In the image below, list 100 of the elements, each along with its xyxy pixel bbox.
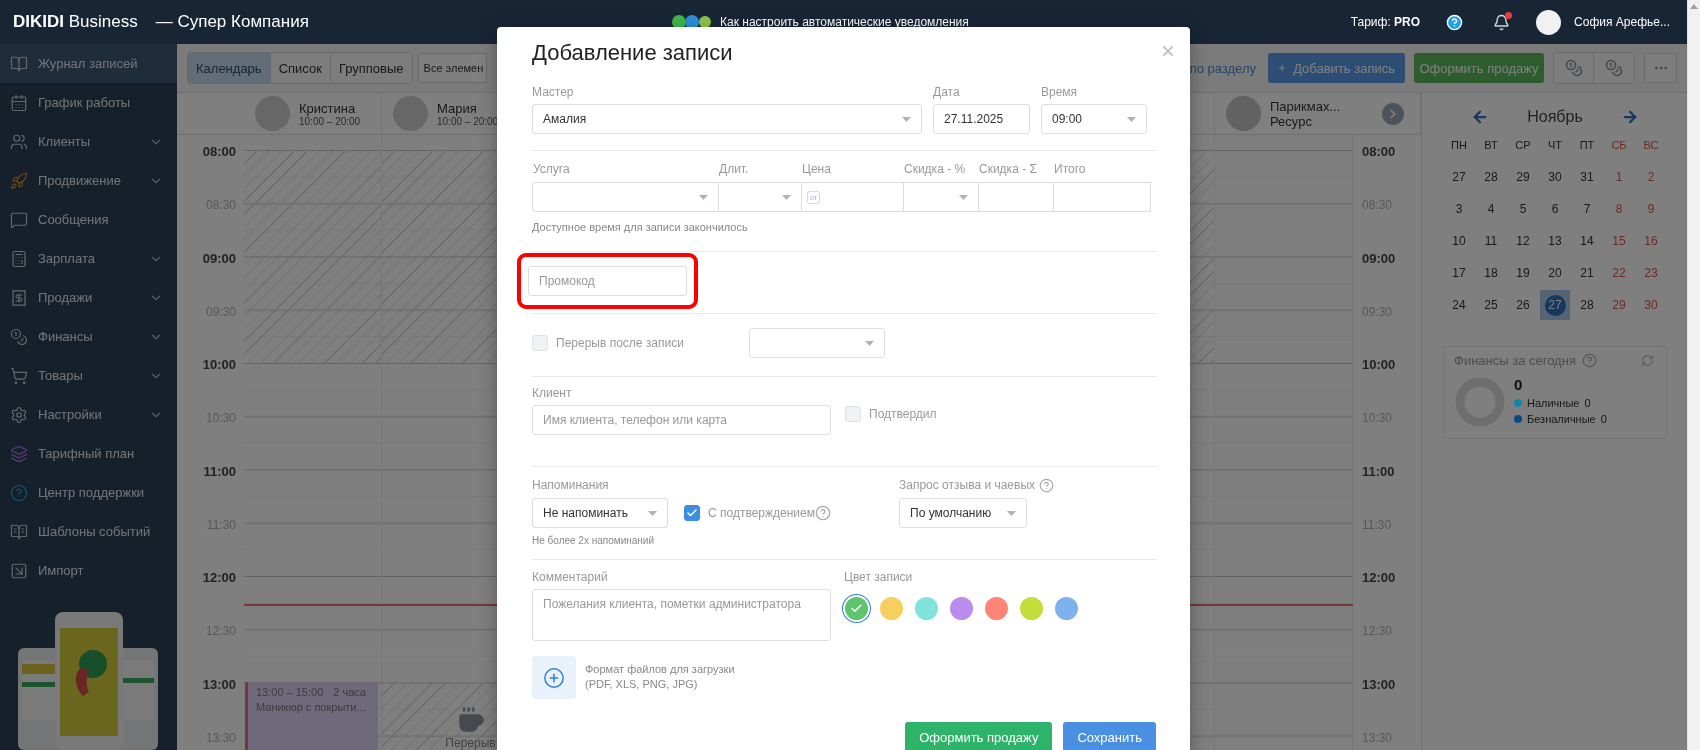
color-swatch[interactable]	[950, 597, 973, 620]
promo-code-field[interactable]: Промокод	[528, 266, 687, 296]
close-icon[interactable]	[1160, 43, 1176, 59]
sidebar-item[interactable]: Импорт	[0, 551, 177, 590]
calendar-day[interactable]: 20	[1540, 258, 1570, 288]
calendar-day[interactable]: 29	[1604, 290, 1634, 320]
master-select[interactable]: Амалия	[532, 104, 922, 134]
staff-column-header[interactable]: Кристина 10:00 – 20:00	[244, 93, 382, 134]
sidebar-item[interactable]: Финансы	[0, 317, 177, 356]
coins-add-button[interactable]	[1554, 53, 1594, 83]
sidebar-item[interactable]: Продвижение	[0, 161, 177, 200]
section-link[interactable]: по разделу	[1189, 60, 1256, 76]
help-icon	[1581, 353, 1597, 368]
calendar-day[interactable]: 28	[1476, 162, 1506, 192]
color-swatch[interactable]	[1020, 597, 1043, 620]
calendar-day[interactable]: 17	[1444, 258, 1474, 288]
time-select[interactable]: 09:00	[1041, 104, 1147, 134]
calendar-day[interactable]: 7	[1572, 194, 1602, 224]
notice-link[interactable]: Как настроить автоматические уведомления	[720, 15, 969, 29]
bell-icon[interactable]	[1493, 13, 1511, 31]
color-swatch[interactable]	[915, 597, 938, 620]
calendar-day[interactable]: 30	[1636, 290, 1666, 320]
user-name[interactable]: София Арефье...	[1574, 15, 1670, 29]
calendar-day[interactable]: 27	[1444, 162, 1474, 192]
caret-icon	[1007, 510, 1016, 516]
add-appointment-button[interactable]: Добавить запись	[1268, 53, 1405, 83]
receipt-icon	[10, 288, 28, 307]
calendar-day[interactable]: 29	[1508, 162, 1538, 192]
calendar-day[interactable]: 21	[1572, 258, 1602, 288]
calendar-day[interactable]: 19	[1508, 258, 1538, 288]
calendar-day[interactable]: 14	[1572, 226, 1602, 256]
refresh-icon[interactable]	[1641, 354, 1654, 367]
sidebar-item[interactable]: Сообщения	[0, 200, 177, 239]
calendar-day[interactable]: 24	[1444, 290, 1474, 320]
coins-icon	[1564, 59, 1583, 77]
review-select[interactable]: По умолчанию	[899, 498, 1027, 528]
reminders-select[interactable]: Не напоминать	[532, 498, 668, 528]
calendar-day[interactable]: 31	[1572, 162, 1602, 192]
time-label: 08:00	[202, 144, 236, 159]
date-field[interactable]: 27.11.2025	[933, 104, 1030, 134]
calendar-day[interactable]: 9	[1636, 194, 1666, 224]
calendar-day[interactable]: 8	[1604, 194, 1634, 224]
service-select[interactable]	[718, 182, 802, 212]
time-label: 13:00	[202, 676, 236, 692]
sidebar-item[interactable]: Зарплата	[0, 239, 177, 278]
book-icon	[10, 54, 28, 73]
help-icon[interactable]	[1446, 13, 1464, 31]
sidebar-item[interactable]: Клиенты	[0, 122, 177, 161]
color-swatch[interactable]	[880, 597, 903, 620]
calendar-day[interactable]: 1	[1604, 162, 1634, 192]
users-icon	[10, 132, 28, 151]
sidebar-item[interactable]: Продажи	[0, 278, 177, 317]
comment-field[interactable]: Пожелания клиента, пометки администратора	[532, 589, 831, 641]
calendar-day[interactable]: 2	[1636, 162, 1666, 192]
calendar-day[interactable]: 13	[1540, 226, 1570, 256]
sidebar-item[interactable]: Тарифный план	[0, 434, 177, 473]
checkbox[interactable]	[684, 505, 700, 521]
calendar-day[interactable]: 22	[1604, 258, 1634, 288]
color-swatch[interactable]	[1055, 597, 1078, 620]
color-swatch[interactable]	[845, 597, 868, 620]
more-button[interactable]	[1644, 53, 1677, 83]
calendar-day[interactable]: 15	[1604, 226, 1634, 256]
service-select[interactable]	[903, 182, 979, 212]
client-search-field[interactable]: Имя клиента, телефон или карта	[532, 405, 831, 435]
calendar-day[interactable]: 18	[1476, 258, 1506, 288]
calendar-day[interactable]: 30	[1540, 162, 1570, 192]
calendar-day[interactable]: 27	[1540, 290, 1570, 320]
save-button[interactable]: Сохранить	[1063, 722, 1156, 750]
calendar-day[interactable]: 10	[1444, 226, 1474, 256]
sidebar-item[interactable]: Настройки	[0, 395, 177, 434]
next-button[interactable]	[1382, 102, 1404, 125]
calendar-day[interactable]: 6	[1540, 194, 1570, 224]
user-avatar[interactable]	[1536, 9, 1562, 35]
upload-button[interactable]	[532, 656, 576, 699]
calendar-day[interactable]: 3	[1444, 194, 1474, 224]
service-field[interactable]	[1053, 182, 1151, 212]
color-swatch[interactable]	[985, 597, 1008, 620]
scroll-up-icon[interactable]	[1690, 4, 1698, 9]
calendar-day[interactable]: 16	[1636, 226, 1666, 256]
scrollbar[interactable]	[1687, 0, 1700, 750]
sidebar-item[interactable]: Журнал записей	[0, 44, 177, 83]
service-select[interactable]	[532, 182, 719, 212]
calendar-day[interactable]: 23	[1636, 258, 1666, 288]
calendar-day[interactable]: 28	[1572, 290, 1602, 320]
break-duration-select[interactable]	[749, 328, 885, 358]
calendar-day[interactable]: 12	[1508, 226, 1538, 256]
calendar-day[interactable]: 26	[1508, 290, 1538, 320]
filter-dropdown[interactable]: Все элемен	[417, 53, 488, 83]
calendar-day[interactable]: 5	[1508, 194, 1538, 224]
service-field[interactable]	[978, 182, 1054, 212]
view-tab[interactable]: Календарь	[188, 53, 271, 83]
calendar-day[interactable]: 11	[1476, 226, 1506, 256]
sidebar-item[interactable]: Центр поддержки	[0, 473, 177, 512]
sell-button[interactable]: Оформить продажу	[905, 722, 1053, 750]
resource-column-header[interactable]: Парикмах... Ресурс	[1215, 93, 1421, 134]
sidebar-item[interactable]: Шаблоны событий	[0, 512, 177, 551]
calendar-day[interactable]: 25	[1476, 290, 1506, 320]
sidebar-item[interactable]: График работы	[0, 83, 177, 122]
calendar-day[interactable]: 4	[1476, 194, 1506, 224]
sidebar-item[interactable]: Товары	[0, 356, 177, 395]
